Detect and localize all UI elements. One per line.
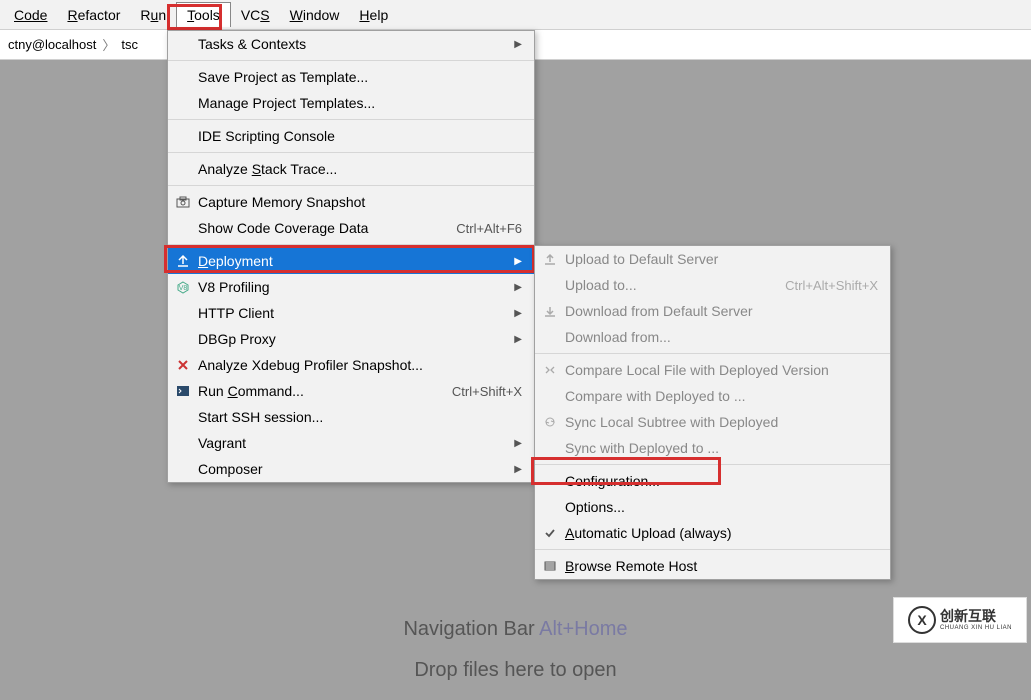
menu-download-from: Download from... [535, 324, 890, 350]
menu-ide-scripting[interactable]: IDE Scripting Console [168, 123, 534, 149]
menu-sync-local: Sync Local Subtree with Deployed [535, 409, 890, 435]
breadcrumb-root[interactable]: ctny@localhost [8, 37, 96, 52]
menu-help[interactable]: Help [349, 3, 398, 27]
menu-dbgp-proxy[interactable]: DBGp Proxy▶ [168, 326, 534, 352]
browse-icon [541, 560, 559, 572]
menu-separator [535, 353, 890, 354]
menu-coverage-data[interactable]: Show Code Coverage DataCtrl+Alt+F6 [168, 215, 534, 241]
deploy-icon [174, 254, 192, 268]
menu-separator [168, 244, 534, 245]
compare-icon [541, 363, 559, 377]
chevron-right-icon: ▶ [514, 438, 522, 449]
menu-upload-to: Upload to...Ctrl+Alt+Shift+X [535, 272, 890, 298]
menu-separator [168, 60, 534, 61]
tools-menu-popup: Tasks & Contexts▶ Save Project as Templa… [167, 30, 535, 483]
watermark: X 创新互联 CHUANG XIN HU LIAN [893, 597, 1027, 643]
breadcrumb-leaf[interactable]: tsc [121, 37, 138, 52]
menu-save-template[interactable]: Save Project as Template... [168, 64, 534, 90]
watermark-logo-icon: X [908, 606, 936, 634]
menu-separator [535, 549, 890, 550]
sync-icon [541, 415, 559, 429]
download-icon [541, 304, 559, 318]
menu-tools[interactable]: Tools [176, 2, 231, 27]
menu-v8-profiling[interactable]: V8 V8 Profiling▶ [168, 274, 534, 300]
camera-icon [174, 196, 192, 208]
menu-upload-default: Upload to Default Server [535, 246, 890, 272]
menu-composer[interactable]: Composer▶ [168, 456, 534, 482]
menu-configuration[interactable]: Configuration... [535, 468, 890, 494]
check-icon [541, 526, 559, 540]
menubar: Code Refactor Run Tools VCS Window Help [0, 0, 1031, 30]
v8-icon: V8 [174, 280, 192, 294]
chevron-right-icon: ▶ [514, 282, 522, 293]
deployment-menu-popup: Upload to Default Server Upload to...Ctr… [534, 245, 891, 580]
xdebug-icon [174, 358, 192, 372]
menu-download-default: Download from Default Server [535, 298, 890, 324]
chevron-right-icon: ▶ [514, 334, 522, 345]
menu-browse-remote[interactable]: Browse Remote Host [535, 553, 890, 579]
svg-text:V8: V8 [179, 285, 188, 292]
chevron-right-icon: ▶ [514, 256, 522, 267]
menu-sync-deployed-to: Sync with Deployed to ... [535, 435, 890, 461]
menu-separator [535, 464, 890, 465]
breadcrumb-sep-icon: 〉 [102, 35, 115, 54]
menu-capture-memory[interactable]: Capture Memory Snapshot [168, 189, 534, 215]
terminal-icon [174, 385, 192, 397]
menu-separator [168, 119, 534, 120]
menu-ssh-session[interactable]: Start SSH session... [168, 404, 534, 430]
editor-hints: Navigation Bar Alt+Home Drop files here … [0, 600, 1031, 700]
menu-manage-templates[interactable]: Manage Project Templates... [168, 90, 534, 116]
menu-auto-upload[interactable]: Automatic Upload (always) [535, 520, 890, 546]
menu-separator [168, 152, 534, 153]
menu-code[interactable]: Code [4, 3, 57, 27]
upload-icon [541, 252, 559, 266]
menu-compare-deployed-to: Compare with Deployed to ... [535, 383, 890, 409]
menu-vcs[interactable]: VCS [231, 3, 280, 27]
menu-analyze-stack[interactable]: Analyze Stack Trace... [168, 156, 534, 182]
chevron-right-icon: ▶ [514, 308, 522, 319]
menu-separator [168, 185, 534, 186]
menu-window[interactable]: Window [280, 3, 350, 27]
menu-vagrant[interactable]: Vagrant▶ [168, 430, 534, 456]
chevron-right-icon: ▶ [514, 39, 522, 50]
menu-tasks-contexts[interactable]: Tasks & Contexts▶ [168, 31, 534, 57]
chevron-right-icon: ▶ [514, 464, 522, 475]
menu-run-command[interactable]: Run Command...Ctrl+Shift+X [168, 378, 534, 404]
menu-options[interactable]: Options... [535, 494, 890, 520]
menu-refactor[interactable]: Refactor [57, 3, 130, 27]
menu-http-client[interactable]: HTTP Client▶ [168, 300, 534, 326]
menu-deployment[interactable]: Deployment▶ [168, 248, 534, 274]
menu-compare-local: Compare Local File with Deployed Version [535, 357, 890, 383]
menu-xdebug-profiler[interactable]: Analyze Xdebug Profiler Snapshot... [168, 352, 534, 378]
menu-run[interactable]: Run [130, 3, 176, 27]
